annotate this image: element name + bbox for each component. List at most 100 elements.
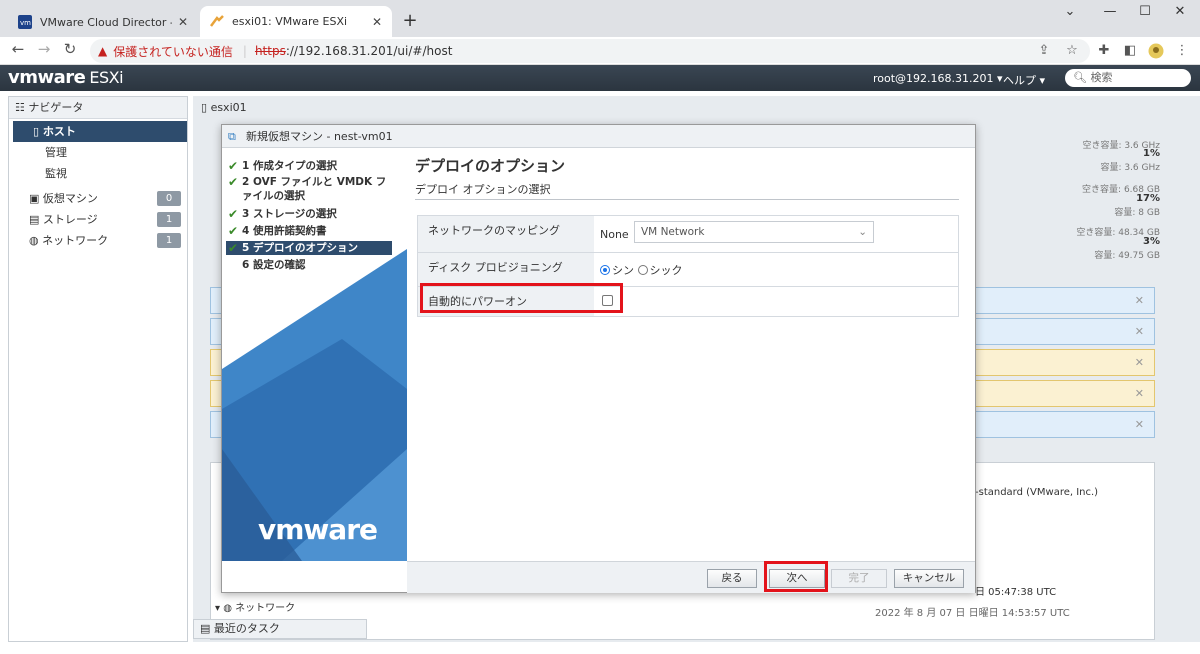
- wizard-step-1[interactable]: ✔ 1 作成タイプの選択: [226, 159, 392, 173]
- resource-usage-panel: 空き容量: 3.6 GHz 1% 容量: 3.6 GHz 空き容量: 6.68 …: [975, 132, 1160, 262]
- install-date-text: 2022 年 8 月 07 日 日曜日 14:53:57 UTC: [875, 608, 1070, 619]
- close-icon[interactable]: ✕: [1135, 356, 1144, 369]
- highlight-box-next-button: [764, 561, 828, 592]
- nav-network[interactable]: ◍ ネットワーク 1: [9, 230, 187, 251]
- side-panel-icon[interactable]: ◧: [1122, 43, 1138, 58]
- finish-button[interactable]: 完了: [831, 569, 887, 588]
- nav-host[interactable]: ▯ ホスト: [13, 121, 187, 142]
- user-menu[interactable]: root@192.168.31.201 ▾: [873, 72, 1003, 85]
- menu-kebab-icon[interactable]: ⋮: [1174, 43, 1190, 58]
- radio-thick[interactable]: シック: [637, 264, 683, 277]
- memory-percent: 17%: [1136, 193, 1160, 204]
- wizard-step-2[interactable]: ✔ 2 OVF ファイルと VMDK ファイルの選択: [226, 175, 392, 203]
- extensions-puzzle-icon[interactable]: ✚: [1096, 43, 1112, 58]
- check-icon: ✔: [228, 224, 239, 238]
- minimize-icon[interactable]: —: [1095, 4, 1125, 19]
- wizard-step-4[interactable]: ✔ 4 使用許諾契約書: [226, 224, 392, 238]
- url-scheme: https: [254, 44, 286, 58]
- back-button[interactable]: 戻る: [707, 569, 757, 588]
- esxi-header: vmware ESXi root@192.168.31.201 ▾ ヘルプ ▾ 🔍…: [0, 65, 1200, 91]
- help-menu[interactable]: ヘルプ ▾: [1003, 72, 1045, 88]
- network-source: None: [600, 228, 629, 241]
- browser-tab-esxi[interactable]: esxi01: VMware ESXi ✕: [200, 6, 392, 37]
- count-badge: 0: [157, 191, 181, 206]
- count-badge: 1: [157, 212, 181, 227]
- security-status[interactable]: 保護されていない通信: [113, 43, 233, 60]
- close-window-icon[interactable]: ✕: [1165, 4, 1195, 19]
- wizard-content: デプロイのオプション デプロイ オプションの選択 ネットワークのマッピング No…: [407, 149, 975, 561]
- storage-icon: ▤: [29, 213, 40, 226]
- new-vm-icon: ⧉: [228, 130, 236, 143]
- close-icon[interactable]: ✕: [1135, 294, 1144, 307]
- navigator-title: ナビゲータ: [28, 101, 84, 114]
- maximize-icon[interactable]: ☐: [1130, 4, 1160, 19]
- cancel-button[interactable]: キャンセル: [894, 569, 964, 588]
- check-icon: ✔: [228, 241, 239, 255]
- close-icon[interactable]: ✕: [1135, 325, 1144, 338]
- forward-arrow-icon[interactable]: →: [34, 40, 54, 58]
- search-input[interactable]: 🔍︎ 検索: [1065, 69, 1191, 87]
- radio-icon: [637, 265, 648, 275]
- wizard-step-5[interactable]: ✔ 5 デプロイのオプション: [226, 241, 392, 255]
- bookmark-star-icon[interactable]: ☆: [1064, 43, 1080, 58]
- option-row-disk: ディスク プロビジョニング シン シック: [418, 253, 958, 287]
- network-mapping-label: ネットワークのマッピング: [418, 216, 594, 252]
- page-subtitle: デプロイ オプションの選択: [415, 183, 551, 196]
- close-icon[interactable]: ✕: [1135, 418, 1144, 431]
- separator: |: [242, 44, 247, 58]
- memory-capacity: 容量: 8 GB: [1114, 208, 1160, 218]
- dialog-button-bar: 戻る 次へ 完了 キャンセル: [407, 561, 975, 593]
- behind-network-row: ▾ ◍ ネットワーク: [215, 603, 296, 614]
- wizard-step-3[interactable]: ✔ 3 ストレージの選択: [226, 207, 392, 221]
- navigator-icon: ☷: [15, 101, 25, 114]
- check-icon: ✔: [228, 207, 239, 221]
- nav-virtual-machines[interactable]: ▣ 仮想マシン 0: [9, 188, 187, 209]
- close-tab-icon[interactable]: ✕: [178, 15, 188, 29]
- storage-percent: 3%: [1143, 236, 1160, 247]
- host-header: ▯ esxi01: [201, 101, 247, 114]
- radio-thin[interactable]: シン: [600, 264, 634, 277]
- vmware-favicon-icon: vm: [18, 14, 32, 29]
- time-text: 日 05:47:38 UTC: [975, 587, 1057, 598]
- address-bar[interactable]: ▲ 保護されていない通信 | https ://192.168.31.201/u…: [90, 39, 1090, 63]
- cpu-percent: 1%: [1143, 148, 1160, 159]
- network-icon: ◍: [29, 234, 39, 247]
- page-title: デプロイのオプション: [415, 157, 566, 175]
- esxi-favicon-icon: [210, 14, 224, 29]
- close-icon[interactable]: ✕: [1135, 387, 1144, 400]
- tasks-icon: ▤: [200, 622, 211, 635]
- cpu-capacity: 容量: 3.6 GHz: [1100, 163, 1160, 173]
- count-badge: 1: [157, 233, 181, 248]
- reload-icon[interactable]: ↻: [60, 40, 80, 58]
- option-row-network: ネットワークのマッピング None VM Network ⌄: [418, 216, 958, 253]
- close-tab-icon[interactable]: ✕: [372, 15, 382, 29]
- network-select[interactable]: VM Network ⌄: [634, 221, 874, 243]
- wizard-step-6[interactable]: 6 設定の確認: [226, 258, 392, 272]
- navigator-panel: ☷ ナビゲータ ▯ ホスト 管理 監視 ▣ 仮想マシン 0 ▤ ストレージ 1 …: [8, 96, 188, 642]
- share-icon[interactable]: ⇪: [1036, 43, 1052, 58]
- network-icon: ◍: [223, 603, 232, 614]
- check-icon: ✔: [228, 175, 239, 189]
- nav-storage[interactable]: ▤ ストレージ 1: [9, 209, 187, 230]
- vendor-text: -standard (VMware, Inc.): [975, 487, 1099, 498]
- tab-search-chevron-icon[interactable]: ⌄: [1055, 4, 1085, 19]
- search-icon: 🔍︎: [1073, 71, 1087, 84]
- nav-host-monitor[interactable]: 監視: [9, 163, 187, 184]
- vmware-esxi-logo: vmware ESXi: [8, 67, 124, 88]
- back-arrow-icon[interactable]: ←: [8, 40, 28, 58]
- tab-title: VMware Cloud Director - 仮想マ: [40, 15, 172, 29]
- recent-tasks-tab[interactable]: ▤ 最近のタスク: [193, 619, 367, 639]
- browser-toolbar: ← → ↻ ▲ 保護されていない通信 | https ://192.168.31…: [0, 37, 1200, 65]
- navigator-header: ☷ ナビゲータ: [9, 97, 187, 119]
- highlight-box-power-on: [420, 283, 623, 313]
- nav-host-manage[interactable]: 管理: [9, 142, 187, 163]
- vmware-logo: vmware: [258, 513, 378, 546]
- warning-icon[interactable]: ▲: [98, 44, 107, 58]
- storage-capacity: 容量: 49.75 GB: [1094, 251, 1160, 261]
- new-tab-icon[interactable]: +: [400, 10, 420, 31]
- svg-text:vm: vm: [20, 19, 31, 27]
- profile-avatar-icon[interactable]: [1148, 43, 1164, 63]
- browser-tab-cloud-director[interactable]: vm VMware Cloud Director - 仮想マ ✕: [8, 6, 198, 37]
- vm-icon: ▣: [29, 192, 40, 205]
- wizard-steps-panel: ✔ 1 作成タイプの選択 ✔ 2 OVF ファイルと VMDK ファイルの選択 ✔ 3…: [222, 149, 407, 561]
